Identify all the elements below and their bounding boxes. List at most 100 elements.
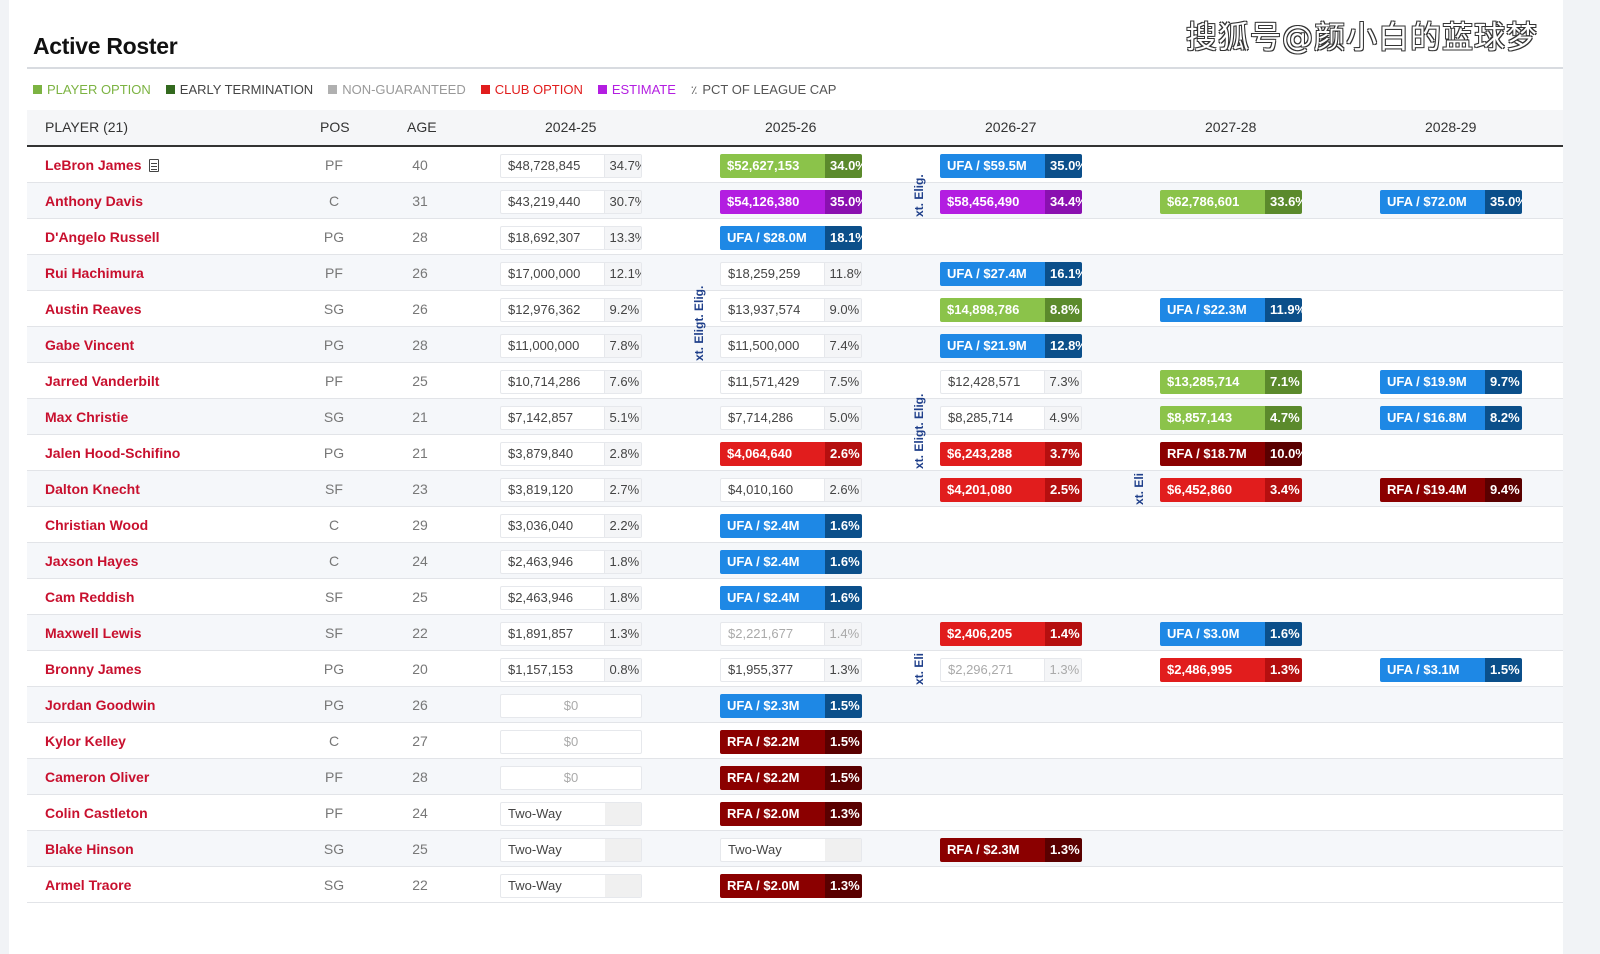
salary-cell[interactable]: $2,406,205 1.4%	[940, 622, 1082, 646]
player-name-link[interactable]: Jalen Hood-Schifino	[45, 435, 180, 471]
salary-cell[interactable]: $1,891,857 1.3%	[500, 622, 642, 646]
salary-cell[interactable]: UFA / $22.3M11.9%	[1160, 298, 1302, 322]
player-name-link[interactable]: Jaxson Hayes	[45, 543, 138, 579]
player-name-link[interactable]: Bronny James	[45, 651, 141, 687]
player-name-link[interactable]: Gabe Vincent	[45, 327, 134, 363]
salary-cell[interactable]: UFA / $2.4M 1.6%	[720, 514, 862, 538]
salary-cell[interactable]: $14,898,786 8.8%	[940, 298, 1082, 322]
salary-cell[interactable]: $2,221,677 1.4%	[720, 622, 862, 646]
salary-cell[interactable]: $4,201,080 2.5%	[940, 478, 1082, 502]
legend-item[interactable]: PLAYER OPTION	[33, 82, 151, 97]
column-header[interactable]: 2024-25	[545, 110, 596, 145]
column-header[interactable]: 2025-26	[765, 110, 816, 145]
salary-cell[interactable]: $3,879,840 2.8%	[500, 442, 642, 466]
salary-cell[interactable]: UFA / $3.0M 1.6%	[1160, 622, 1302, 646]
legend-item[interactable]: ESTIMATE	[597, 82, 676, 97]
salary-cell[interactable]: $10,714,286 7.6%	[500, 370, 642, 394]
player-name-link[interactable]: Anthony Davis	[45, 183, 143, 219]
document-icon[interactable]	[149, 159, 160, 172]
player-name-link[interactable]: Blake Hinson	[45, 831, 134, 867]
player-name-link[interactable]: Jordan Goodwin	[45, 687, 155, 723]
salary-cell[interactable]: UFA / $2.4M 1.6%	[720, 550, 862, 574]
salary-cell[interactable]: $8,285,714 4.9%	[940, 406, 1082, 430]
salary-cell[interactable]: $54,126,38035.0%	[720, 190, 862, 214]
player-name-link[interactable]: Austin Reaves	[45, 291, 141, 327]
column-header[interactable]: AGE	[407, 110, 437, 145]
salary-cell[interactable]: $6,452,860 3.4%	[1160, 478, 1302, 502]
salary-cell[interactable]: UFA / $2.4M 1.6%	[720, 586, 862, 610]
player-name-link[interactable]: Jarred Vanderbilt	[45, 363, 159, 399]
salary-cell[interactable]: $58,456,49034.4%	[940, 190, 1082, 214]
salary-cell[interactable]: $11,500,000 7.4%	[720, 334, 862, 358]
salary-cell[interactable]: UFA / $59.5M35.0%	[940, 154, 1082, 178]
player-name-link[interactable]: Max Christie	[45, 399, 128, 435]
salary-cell[interactable]: $0	[500, 694, 642, 718]
player-name-link[interactable]: D'Angelo Russell	[45, 219, 160, 255]
player-name-link[interactable]: Colin Castleton	[45, 795, 148, 831]
salary-cell[interactable]: UFA / $28.0M18.1%	[720, 226, 862, 250]
legend-item[interactable]: NON-GUARANTEED	[328, 82, 466, 97]
salary-cell[interactable]: RFA / $2.0M 1.3%	[720, 874, 862, 898]
salary-cell[interactable]: $12,976,362 9.2%	[500, 298, 642, 322]
salary-cell[interactable]: $7,142,857 5.1%	[500, 406, 642, 430]
salary-cell[interactable]: UFA / $2.3M 1.5%	[720, 694, 862, 718]
column-header[interactable]: 2027-28	[1205, 110, 1256, 145]
salary-cell[interactable]: $0	[500, 766, 642, 790]
salary-cell[interactable]: $18,692,30713.3%	[500, 226, 642, 250]
salary-cell[interactable]: UFA / $21.9M12.8%	[940, 334, 1082, 358]
player-name-link[interactable]: Dalton Knecht	[45, 471, 140, 507]
salary-cell[interactable]: UFA / $27.4M16.1%	[940, 262, 1082, 286]
salary-cell[interactable]: $1,157,153 0.8%	[500, 658, 642, 682]
salary-cell[interactable]: $6,243,288 3.7%	[940, 442, 1082, 466]
legend-item[interactable]: ٪ PCT OF LEAGUE CAP	[691, 82, 837, 97]
column-header[interactable]: 2028-29	[1425, 110, 1476, 145]
salary-cell[interactable]: $3,819,120 2.7%	[500, 478, 642, 502]
player-name-link[interactable]: Rui Hachimura	[45, 255, 144, 291]
column-header[interactable]: PLAYER (21)	[45, 110, 128, 145]
salary-cell[interactable]: UFA / $72.0M35.0%	[1380, 190, 1522, 214]
salary-cell[interactable]: RFA / $2.2M 1.5%	[720, 766, 862, 790]
salary-cell[interactable]: $17,000,00012.1%	[500, 262, 642, 286]
salary-cell[interactable]: $7,714,286 5.0%	[720, 406, 862, 430]
salary-cell[interactable]: $13,937,574 9.0%	[720, 298, 862, 322]
salary-cell[interactable]: $2,486,995 1.3%	[1160, 658, 1302, 682]
salary-cell[interactable]: Two-Way	[500, 802, 642, 826]
player-name-link[interactable]: LeBron James	[45, 147, 160, 183]
salary-cell[interactable]: $11,571,429 7.5%	[720, 370, 862, 394]
salary-cell[interactable]: $12,428,571 7.3%	[940, 370, 1082, 394]
salary-cell[interactable]: $2,463,946 1.8%	[500, 586, 642, 610]
salary-cell[interactable]: $1,955,377 1.3%	[720, 658, 862, 682]
column-header[interactable]: 2026-27	[985, 110, 1036, 145]
salary-cell[interactable]: RFA / $2.3M 1.3%	[940, 838, 1082, 862]
player-name-link[interactable]: Cameron Oliver	[45, 759, 149, 795]
player-name-link[interactable]: Armel Traore	[45, 867, 131, 903]
salary-cell[interactable]: $3,036,040 2.2%	[500, 514, 642, 538]
salary-cell[interactable]: RFA / $19.4M 9.4%	[1380, 478, 1522, 502]
player-name-link[interactable]: Maxwell Lewis	[45, 615, 141, 651]
salary-cell[interactable]: $62,786,60133.6%	[1160, 190, 1302, 214]
salary-cell[interactable]: $4,064,640 2.6%	[720, 442, 862, 466]
legend-item[interactable]: EARLY TERMINATION	[165, 82, 313, 97]
salary-cell[interactable]: RFA / $18.7M10.0%	[1160, 442, 1302, 466]
salary-cell[interactable]: $2,463,946 1.8%	[500, 550, 642, 574]
salary-cell[interactable]: Two-Way	[720, 838, 862, 862]
salary-cell[interactable]: UFA / $3.1M 1.5%	[1380, 658, 1522, 682]
salary-cell[interactable]: $48,728,84534.7%	[500, 154, 642, 178]
salary-cell[interactable]: RFA / $2.0M 1.3%	[720, 802, 862, 826]
salary-cell[interactable]: $52,627,15334.0%	[720, 154, 862, 178]
column-header[interactable]: POS	[320, 110, 350, 145]
salary-cell[interactable]: UFA / $19.9M 9.7%	[1380, 370, 1522, 394]
salary-cell[interactable]: $0	[500, 730, 642, 754]
salary-cell[interactable]: $43,219,44030.7%	[500, 190, 642, 214]
player-name-link[interactable]: Cam Reddish	[45, 579, 134, 615]
salary-cell[interactable]: $4,010,160 2.6%	[720, 478, 862, 502]
player-name-link[interactable]: Kylor Kelley	[45, 723, 126, 759]
player-name-link[interactable]: Christian Wood	[45, 507, 148, 543]
salary-cell[interactable]: $13,285,714 7.1%	[1160, 370, 1302, 394]
salary-cell[interactable]: $11,000,000 7.8%	[500, 334, 642, 358]
salary-cell[interactable]: $8,857,143 4.7%	[1160, 406, 1302, 430]
salary-cell[interactable]: Two-Way	[500, 838, 642, 862]
salary-cell[interactable]: $2,296,271 1.3%	[940, 658, 1082, 682]
legend-item[interactable]: CLUB OPTION	[480, 82, 583, 97]
salary-cell[interactable]: $18,259,25911.8%	[720, 262, 862, 286]
